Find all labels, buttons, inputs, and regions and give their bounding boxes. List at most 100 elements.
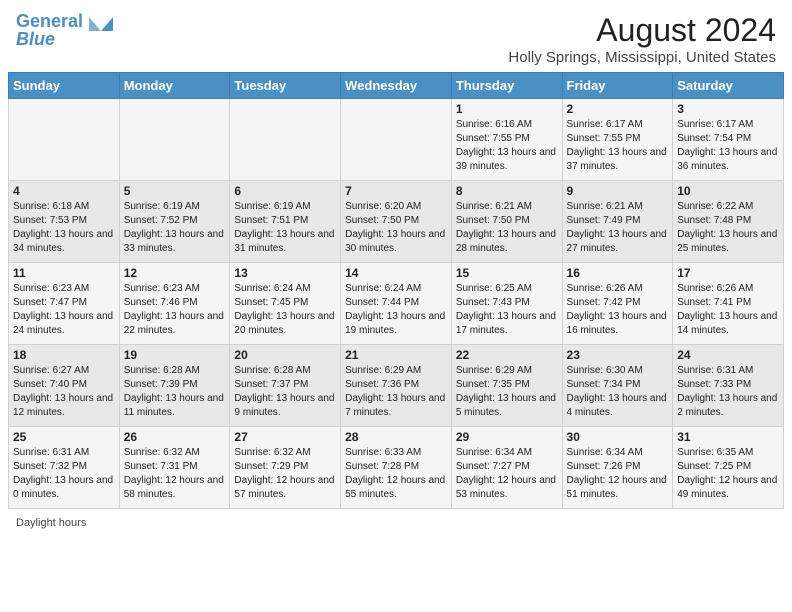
day-number: 7	[345, 184, 447, 198]
day-info: Sunrise: 6:35 AMSunset: 7:25 PMDaylight:…	[677, 446, 779, 502]
day-of-week-friday: Friday	[562, 73, 673, 99]
location-subtitle: Holly Springs, Mississippi, United State…	[508, 49, 776, 66]
day-info: Sunrise: 6:28 AMSunset: 7:37 PMDaylight:…	[234, 364, 336, 420]
day-info: Sunrise: 6:32 AMSunset: 7:29 PMDaylight:…	[234, 446, 336, 502]
day-info: Sunrise: 6:21 AMSunset: 7:50 PMDaylight:…	[456, 200, 558, 256]
day-number: 3	[677, 102, 779, 116]
day-number: 2	[567, 102, 669, 116]
day-info: Sunrise: 6:20 AMSunset: 7:50 PMDaylight:…	[345, 200, 447, 256]
day-number: 18	[13, 348, 115, 362]
day-info: Sunrise: 6:30 AMSunset: 7:34 PMDaylight:…	[567, 364, 669, 420]
day-of-week-thursday: Thursday	[451, 73, 562, 99]
day-info: Sunrise: 6:31 AMSunset: 7:32 PMDaylight:…	[13, 446, 115, 502]
day-number: 27	[234, 430, 336, 444]
day-info: Sunrise: 6:22 AMSunset: 7:48 PMDaylight:…	[677, 200, 779, 256]
day-info: Sunrise: 6:19 AMSunset: 7:51 PMDaylight:…	[234, 200, 336, 256]
month-year-title: August 2024	[508, 12, 776, 49]
day-of-week-tuesday: Tuesday	[230, 73, 341, 99]
day-cell: 27 Sunrise: 6:32 AMSunset: 7:29 PMDayligh…	[230, 427, 341, 509]
logo: General Blue	[16, 12, 113, 50]
day-number: 6	[234, 184, 336, 198]
day-cell: 26 Sunrise: 6:32 AMSunset: 7:31 PMDayligh…	[119, 427, 230, 509]
day-cell	[119, 99, 230, 181]
day-number: 31	[677, 430, 779, 444]
day-info: Sunrise: 6:21 AMSunset: 7:49 PMDaylight:…	[567, 200, 669, 256]
day-info: Sunrise: 6:29 AMSunset: 7:35 PMDaylight:…	[456, 364, 558, 420]
day-number: 16	[567, 266, 669, 280]
day-cell	[9, 99, 120, 181]
day-info: Sunrise: 6:27 AMSunset: 7:40 PMDaylight:…	[13, 364, 115, 420]
day-info: Sunrise: 6:33 AMSunset: 7:28 PMDaylight:…	[345, 446, 447, 502]
day-cell: 6 Sunrise: 6:19 AMSunset: 7:51 PMDaylight…	[230, 181, 341, 263]
day-number: 30	[567, 430, 669, 444]
day-cell: 1Sunrise: 6:16 AMSunset: 7:55 PMDaylight…	[451, 99, 562, 181]
logo-icon	[85, 13, 113, 31]
day-cell: 10Sunrise: 6:22 AMSunset: 7:48 PMDayligh…	[673, 181, 784, 263]
day-cell: 11 Sunrise: 6:23 AMSunset: 7:47 PMDayligh…	[9, 263, 120, 345]
day-number: 14	[345, 266, 447, 280]
day-number: 25	[13, 430, 115, 444]
day-info: Sunrise: 6:34 AMSunset: 7:27 PMDaylight:…	[456, 446, 558, 502]
day-info: Sunrise: 6:18 AMSunset: 7:53 PMDaylight:…	[13, 200, 115, 256]
day-cell: 13Sunrise: 6:24 AMSunset: 7:45 PMDayligh…	[230, 263, 341, 345]
day-cell: 28 Sunrise: 6:33 AMSunset: 7:28 PMDayligh…	[341, 427, 452, 509]
day-info: Sunrise: 6:26 AMSunset: 7:41 PMDaylight:…	[677, 282, 779, 338]
title-section: August 2024 Holly Springs, Mississippi, …	[508, 12, 776, 66]
day-number: 15	[456, 266, 558, 280]
day-number: 8	[456, 184, 558, 198]
day-info: Sunrise: 6:23 AMSunset: 7:47 PMDaylight:…	[13, 282, 115, 338]
week-row-2: 4 Sunrise: 6:18 AMSunset: 7:53 PMDaylight…	[9, 181, 784, 263]
day-info: Sunrise: 6:28 AMSunset: 7:39 PMDaylight:…	[124, 364, 226, 420]
day-cell: 29Sunrise: 6:34 AMSunset: 7:27 PMDayligh…	[451, 427, 562, 509]
day-of-week-wednesday: Wednesday	[341, 73, 452, 99]
day-cell: 20 Sunrise: 6:28 AMSunset: 7:37 PMDayligh…	[230, 345, 341, 427]
logo-blue: Blue	[16, 30, 55, 50]
day-cell: 16Sunrise: 6:26 AMSunset: 7:42 PMDayligh…	[562, 263, 673, 345]
day-number: 21	[345, 348, 447, 362]
day-info: Sunrise: 6:17 AMSunset: 7:54 PMDaylight:…	[677, 118, 779, 174]
day-number: 19	[124, 348, 226, 362]
calendar-header: SundayMondayTuesdayWednesdayThursdayFrid…	[9, 73, 784, 99]
day-info: Sunrise: 6:23 AMSunset: 7:46 PMDaylight:…	[124, 282, 226, 338]
logo-general: General	[16, 11, 83, 31]
day-of-week-monday: Monday	[119, 73, 230, 99]
day-cell: 4 Sunrise: 6:18 AMSunset: 7:53 PMDaylight…	[9, 181, 120, 263]
day-cell: 9 Sunrise: 6:21 AMSunset: 7:49 PMDaylight…	[562, 181, 673, 263]
day-of-week-saturday: Saturday	[673, 73, 784, 99]
day-cell: 5Sunrise: 6:19 AMSunset: 7:52 PMDaylight…	[119, 181, 230, 263]
footer: Daylight hours	[0, 513, 792, 533]
day-info: Sunrise: 6:29 AMSunset: 7:36 PMDaylight:…	[345, 364, 447, 420]
day-number: 24	[677, 348, 779, 362]
day-cell: 23Sunrise: 6:30 AMSunset: 7:34 PMDayligh…	[562, 345, 673, 427]
day-cell: 19 Sunrise: 6:28 AMSunset: 7:39 PMDayligh…	[119, 345, 230, 427]
day-number: 28	[345, 430, 447, 444]
day-cell: 15Sunrise: 6:25 AMSunset: 7:43 PMDayligh…	[451, 263, 562, 345]
day-number: 11	[13, 266, 115, 280]
day-number: 26	[124, 430, 226, 444]
day-of-week-sunday: Sunday	[9, 73, 120, 99]
days-of-week-row: SundayMondayTuesdayWednesdayThursdayFrid…	[9, 73, 784, 99]
daylight-label: Daylight hours	[16, 517, 86, 529]
day-cell: 31 Sunrise: 6:35 AMSunset: 7:25 PMDayligh…	[673, 427, 784, 509]
day-cell: 8 Sunrise: 6:21 AMSunset: 7:50 PMDaylight…	[451, 181, 562, 263]
day-cell: 7 Sunrise: 6:20 AMSunset: 7:50 PMDaylight…	[341, 181, 452, 263]
day-info: Sunrise: 6:32 AMSunset: 7:31 PMDaylight:…	[124, 446, 226, 502]
day-info: Sunrise: 6:17 AMSunset: 7:55 PMDaylight:…	[567, 118, 669, 174]
day-cell: 17 Sunrise: 6:26 AMSunset: 7:41 PMDayligh…	[673, 263, 784, 345]
day-number: 20	[234, 348, 336, 362]
day-number: 9	[567, 184, 669, 198]
day-cell: 14Sunrise: 6:24 AMSunset: 7:44 PMDayligh…	[341, 263, 452, 345]
day-info: Sunrise: 6:31 AMSunset: 7:33 PMDaylight:…	[677, 364, 779, 420]
calendar-wrapper: SundayMondayTuesdayWednesdayThursdayFrid…	[0, 72, 792, 513]
day-cell: 18 Sunrise: 6:27 AMSunset: 7:40 PMDayligh…	[9, 345, 120, 427]
day-cell	[230, 99, 341, 181]
day-cell	[341, 99, 452, 181]
day-cell: 22Sunrise: 6:29 AMSunset: 7:35 PMDayligh…	[451, 345, 562, 427]
day-number: 13	[234, 266, 336, 280]
page-header: General Blue August 2024 Holly Springs, …	[0, 0, 792, 72]
day-number: 17	[677, 266, 779, 280]
day-number: 4	[13, 184, 115, 198]
day-cell: 30Sunrise: 6:34 AMSunset: 7:26 PMDayligh…	[562, 427, 673, 509]
week-row-3: 11 Sunrise: 6:23 AMSunset: 7:47 PMDayligh…	[9, 263, 784, 345]
day-cell: 21 Sunrise: 6:29 AMSunset: 7:36 PMDayligh…	[341, 345, 452, 427]
